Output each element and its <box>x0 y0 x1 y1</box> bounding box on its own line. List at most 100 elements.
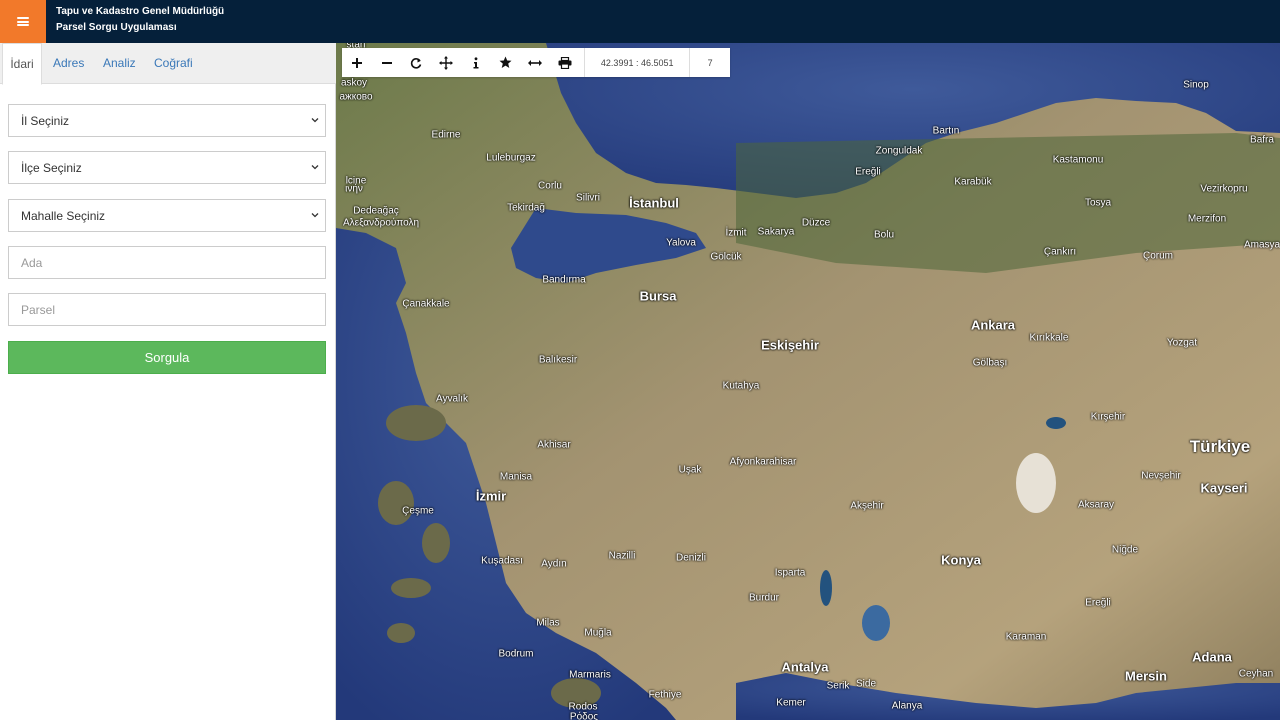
map-place-label: Ankara <box>970 317 1016 333</box>
query-panel: İdari Adres Analiz Coğrafi İl Seçiniz İl… <box>0 43 336 720</box>
map-place-label: ажково <box>339 91 373 103</box>
map-place-label: Ρόδος <box>569 711 599 720</box>
info-button[interactable] <box>461 48 491 77</box>
map-place-label: Ereğli <box>1085 597 1111 609</box>
map-place-label: Zonguldak <box>875 145 923 157</box>
map-place-label: Serik <box>826 680 850 692</box>
map-place-label: İstanbul <box>629 195 679 211</box>
map-place-label: Karaman <box>1005 631 1047 643</box>
map-place-label: Corlu <box>538 180 562 192</box>
map-place-label: Kemer <box>776 697 806 709</box>
map-place-label: Uşak <box>678 464 702 476</box>
move-icon <box>439 55 454 70</box>
map-place-label: İzmit <box>725 227 747 239</box>
app-title: Tapu ve Kadastro Genel Müdürlüğü Parsel … <box>56 4 224 36</box>
map-place-label: İzmir <box>475 488 507 504</box>
map-place-label: Kırıkkale <box>1029 332 1069 344</box>
app-header: Tapu ve Kadastro Genel Müdürlüğü Parsel … <box>0 0 1280 43</box>
map-place-label: Silivri <box>576 192 600 204</box>
satellite-map[interactable]: stan askoy ажково Edirne Luleburgaz lcine ινήν… <box>336 43 1280 720</box>
map-place-label: Alanya <box>891 700 923 712</box>
map-place-label: Amasya <box>1243 239 1280 251</box>
info-icon <box>473 56 479 68</box>
map-place-label: askoy <box>340 77 368 89</box>
measure-button[interactable] <box>521 48 551 77</box>
map-place-label: Edirne <box>431 129 461 141</box>
map-place-label: Luleburgaz <box>486 152 536 164</box>
star-icon <box>499 56 512 68</box>
map-place-label: Ereğli <box>855 166 881 178</box>
print-button[interactable] <box>550 48 580 77</box>
map-place-label: Milas <box>536 617 560 629</box>
menu-button[interactable] <box>0 0 46 43</box>
map-place-label: Bodrum <box>498 648 534 660</box>
map-place-label: Niğde <box>1111 544 1139 556</box>
pan-button[interactable] <box>431 48 461 77</box>
map-place-label: Bartın <box>932 125 960 137</box>
map-place-label: Kuşadası <box>481 555 523 567</box>
ada-placeholder: Ada <box>21 255 43 270</box>
map-place-label: Manisa <box>499 471 533 483</box>
map-place-label: Gölbaşı <box>972 357 1008 369</box>
parsel-placeholder: Parsel <box>21 302 56 317</box>
map-place-label: Antalya <box>781 659 829 675</box>
map-place-label: Kırşehir <box>1090 411 1126 423</box>
il-select[interactable]: İl Seçiniz <box>8 104 326 137</box>
map-place-label: Bursa <box>639 288 677 304</box>
zoom-level: 7 <box>707 57 713 68</box>
app-title-line1: Tapu ve Kadastro Genel Müdürlüğü <box>56 6 225 17</box>
map-place-label: Burdur <box>748 592 780 604</box>
map-place-label: Ceyhan <box>1238 668 1274 680</box>
map-place-label: Sinop <box>1183 79 1209 91</box>
zoom-in-button[interactable] <box>342 48 372 77</box>
favorite-button[interactable] <box>491 48 521 77</box>
chevron-down-icon <box>311 118 319 123</box>
zoom-in-icon <box>351 57 362 68</box>
ada-input[interactable]: Ada <box>8 246 326 279</box>
zoom-out-icon <box>381 61 392 64</box>
tab-analiz[interactable]: Analiz <box>103 43 136 84</box>
map-place-label: Fethiye <box>648 689 682 701</box>
map-place-label: ινήν <box>345 183 363 195</box>
mahalle-select-value: Mahalle Seçiniz <box>21 208 106 223</box>
map-place-label: Düzce <box>801 217 831 229</box>
tab-idari[interactable]: İdari <box>2 43 42 85</box>
map-place-label: Balıkesir <box>538 354 578 366</box>
map-place-label: Konya <box>941 552 981 568</box>
mahalle-select[interactable]: Mahalle Seçiniz <box>8 199 326 232</box>
map-place-label: Aydın <box>541 558 567 570</box>
map-place-label: Sakarya <box>757 226 795 238</box>
map-place-label: Αλεξανδρούπολη <box>342 217 420 229</box>
sorgula-button[interactable]: Sorgula <box>8 341 326 374</box>
map-place-label: Çanakkale <box>402 298 450 310</box>
tab-adres[interactable]: Adres <box>53 43 84 84</box>
map-place-label: Çeşme <box>402 505 434 517</box>
map-place-label: Dedeağaç <box>353 205 399 217</box>
map-place-label: Yozgat <box>1166 337 1198 349</box>
il-select-value: İl Seçiniz <box>21 113 70 128</box>
refresh-icon <box>411 57 422 69</box>
tab-cografi[interactable]: Coğrafi <box>154 43 193 84</box>
ilce-select[interactable]: İlçe Seçiniz <box>8 151 326 184</box>
map-place-label: Marmaris <box>569 669 611 681</box>
map-place-label: Nevşehir <box>1141 470 1181 482</box>
map-place-label: Akhisar <box>537 439 571 451</box>
map-place-label: Eskişehir <box>761 337 819 353</box>
map-place-label: Bandırma <box>542 274 586 286</box>
map-imagery <box>336 43 1280 720</box>
map-place-label: Çorum <box>1142 250 1174 262</box>
map-place-label: Tekirdağ <box>507 202 545 214</box>
map-place-label: Aksaray <box>1077 499 1115 511</box>
map-place-label: Karabük <box>954 176 992 188</box>
zoom-out-button[interactable] <box>372 48 402 77</box>
map-place-label: Ayvalık <box>435 393 469 405</box>
ilce-select-value: İlçe Seçiniz <box>21 160 82 175</box>
print-icon <box>558 56 572 69</box>
map-place-label: Isparta <box>774 567 806 579</box>
map-place-label: Çankırı <box>1043 246 1077 258</box>
chevron-down-icon <box>311 165 319 170</box>
coordinate-readout: 42.3991 : 46.5051 <box>584 48 691 77</box>
map-place-label: Vezirkopru <box>1200 183 1248 195</box>
refresh-button[interactable] <box>402 48 432 77</box>
parsel-input[interactable]: Parsel <box>8 293 326 326</box>
